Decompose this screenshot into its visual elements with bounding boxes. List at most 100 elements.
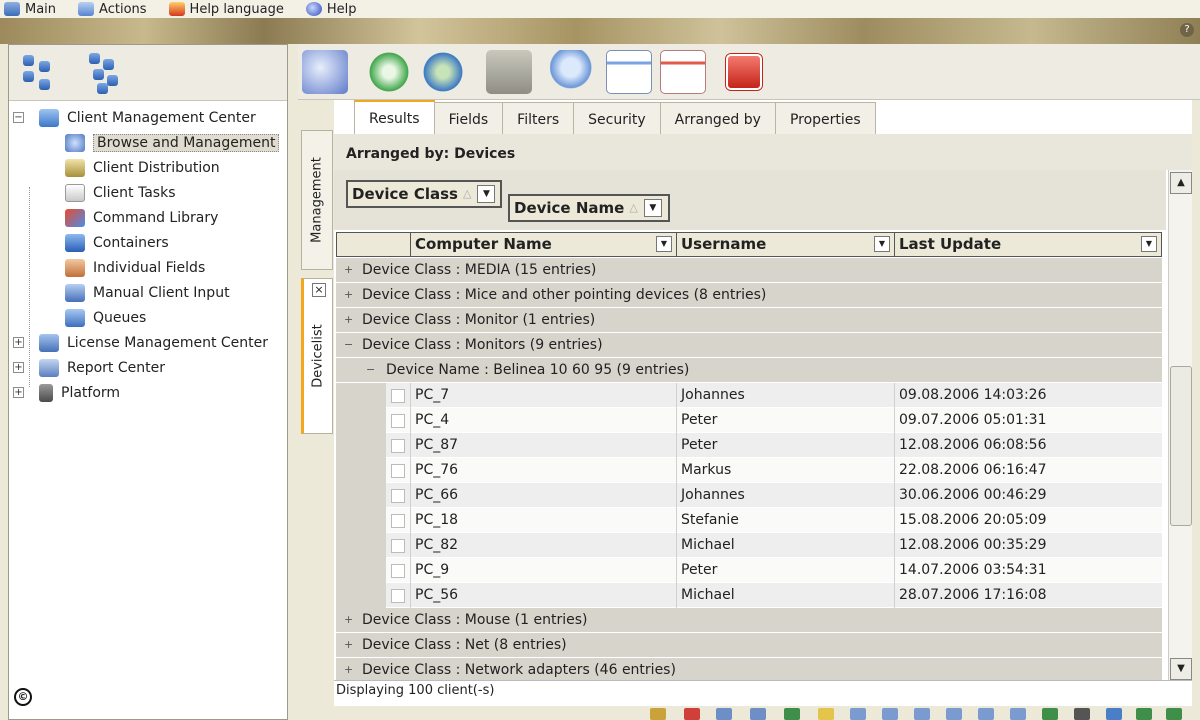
menu-actions[interactable]: Actions [78,2,147,17]
tab-results[interactable]: Results [354,100,435,134]
close-icon[interactable] [684,708,700,720]
column-header-username[interactable]: Username ▼ [677,233,895,256]
table-row[interactable]: PC_82 Michael 12.08.2006 00:35:29 [336,533,1162,558]
expand-icon[interactable]: + [13,337,24,348]
table-icon[interactable] [882,708,898,720]
globe-icon[interactable] [1166,708,1182,720]
row-checkbox[interactable] [391,464,405,478]
row-checkbox[interactable] [391,439,405,453]
row-checkbox[interactable] [391,489,405,503]
network-refresh-button[interactable] [420,50,466,94]
table-row[interactable]: PC_66 Johannes 30.06.2006 00:46:29 [336,483,1162,508]
group-row[interactable]: + Device Class : Monitor (1 entries) [336,308,1162,333]
table-row[interactable]: PC_9 Peter 14.07.2006 03:54:31 [336,558,1162,583]
menu-help[interactable]: Help [305,2,356,17]
tree-item-command-library[interactable]: Command Library [9,205,287,230]
table-row[interactable]: PC_87 Peter 12.08.2006 06:08:56 [336,433,1162,458]
refresh-button[interactable] [366,50,412,94]
menu-help-language[interactable]: Help language [168,2,284,17]
table-row[interactable]: PC_7 Johannes 09.08.2006 14:03:26 [336,383,1162,408]
expand-icon[interactable]: + [344,289,354,300]
chevron-down-icon[interactable]: ▼ [874,236,890,252]
star-icon[interactable] [650,708,666,720]
collapse-icon[interactable]: − [344,339,354,350]
tree-item-report-center[interactable]: + Report Center [9,355,287,380]
search-button[interactable] [550,50,596,94]
expand-tree-button[interactable] [17,51,61,95]
expand-icon[interactable]: + [344,264,354,275]
tree-item-manual-client-input[interactable]: Manual Client Input [9,280,287,305]
tree-item-platform[interactable]: + Platform [9,380,287,405]
globe-icon[interactable] [1136,708,1152,720]
tree-item-browse-and-management[interactable]: Browse and Management [9,130,287,155]
row-checkbox[interactable] [391,389,405,403]
group-row[interactable]: + Device Class : MEDIA (15 entries) [336,258,1162,283]
expand-icon[interactable]: + [344,314,354,325]
row-checkbox[interactable] [391,589,405,603]
close-icon[interactable]: × [312,283,326,297]
person-icon[interactable] [1074,708,1090,720]
row-checkbox[interactable] [391,514,405,528]
export-button[interactable] [660,50,706,94]
table-row[interactable]: PC_18 Stefanie 15.08.2006 20:05:09 [336,508,1162,533]
row-checkbox[interactable] [391,564,405,578]
tab-properties[interactable]: Properties [774,102,876,134]
subgroup-row[interactable]: − Device Name : Belinea 10 60 95 (9 entri… [336,358,1162,383]
table-icon[interactable] [946,708,962,720]
tab-security[interactable]: Security [573,102,661,134]
expand-icon[interactable]: + [344,614,354,625]
row-checkbox[interactable] [391,414,405,428]
folder-icon[interactable] [818,708,834,720]
scroll-up-button[interactable]: ▲ [1170,172,1192,194]
banner-help-button[interactable]: ? [1180,23,1194,37]
chevron-down-icon[interactable]: ▼ [643,199,662,217]
tree-item-containers[interactable]: Containers [9,230,287,255]
group-row[interactable]: + Device Class : Net (8 entries) [336,633,1162,658]
chevron-down-icon[interactable]: ▼ [656,236,672,252]
table-row[interactable]: PC_56 Michael 28.07.2006 17:16:08 [336,583,1162,608]
collapse-icon[interactable]: − [366,364,376,375]
table-icon[interactable] [978,708,994,720]
table-icon[interactable] [1010,708,1026,720]
tab-fields[interactable]: Fields [433,102,504,134]
group-row[interactable]: + Device Class : Network adapters (46 ent… [336,658,1162,680]
vertical-scrollbar[interactable]: ▲ ▼ [1168,170,1192,682]
globe-icon[interactable] [1042,708,1058,720]
expand-icon[interactable]: + [344,664,354,675]
help-query-button[interactable] [302,50,348,94]
expand-icon[interactable]: + [13,362,24,373]
save-button[interactable] [486,50,532,94]
row-checkbox[interactable] [391,539,405,553]
tab-devicelist[interactable]: × Devicelist [301,278,333,434]
tree-item-client-management-center[interactable]: − Client Management Center [9,105,287,130]
menu-main[interactable]: Main [4,2,56,17]
expand-icon[interactable]: + [13,387,24,398]
tree-item-individual-fields[interactable]: Individual Fields [9,255,287,280]
group-chip-device-name[interactable]: Device Name △ ▼ [508,194,670,222]
group-row[interactable]: + Device Class : Mouse (1 entries) [336,608,1162,633]
chevron-down-icon[interactable]: ▼ [477,185,496,203]
table-icon[interactable] [914,708,930,720]
group-row[interactable]: + Device Class : Mice and other pointing … [336,283,1162,308]
table-row[interactable]: PC_4 Peter 09.07.2006 05:01:31 [336,408,1162,433]
table-row[interactable]: PC_76 Markus 22.08.2006 06:16:47 [336,458,1162,483]
grid-icon[interactable] [716,708,732,720]
tab-arranged-by[interactable]: Arranged by [659,102,776,134]
column-header-last-update[interactable]: Last Update ▼ [895,233,1161,256]
column-header-computer-name[interactable]: Computer Name ▼ [411,233,677,256]
chevron-down-icon[interactable]: ▼ [1141,236,1157,252]
grid-icon[interactable] [750,708,766,720]
tree-item-client-tasks[interactable]: Client Tasks [9,180,287,205]
table-icon[interactable] [850,708,866,720]
tab-management[interactable]: Management [301,130,333,270]
delete-button[interactable] [726,54,762,90]
tree-item-client-distribution[interactable]: Client Distribution [9,155,287,180]
collapse-icon[interactable]: − [13,112,24,123]
group-row-expanded[interactable]: − Device Class : Monitors (9 entries) [336,333,1162,358]
tree-item-queues[interactable]: Queues [9,305,287,330]
tree-item-license-management-center[interactable]: + License Management Center [9,330,287,355]
group-chip-device-class[interactable]: Device Class △ ▼ [346,180,502,208]
globe-icon[interactable] [784,708,800,720]
schedule-button[interactable] [606,50,652,94]
scroll-thumb[interactable] [1170,366,1192,526]
